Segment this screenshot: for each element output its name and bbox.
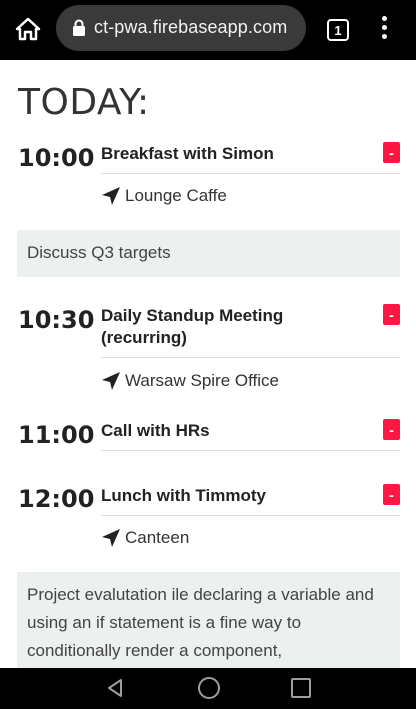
- event-title: Call with HRs: [101, 421, 210, 440]
- event-title: Breakfast with Simon: [101, 144, 274, 163]
- navigation-arrow-icon: [101, 186, 121, 206]
- tabs-icon[interactable]: 1: [327, 19, 349, 41]
- event-location: Canteen: [101, 528, 189, 548]
- event-note: Discuss Q3 targets: [17, 230, 400, 277]
- tab-count: 1: [334, 22, 342, 38]
- system-nav-bar: [0, 668, 416, 709]
- event-time: 10:30: [18, 306, 95, 334]
- divider: [101, 357, 400, 358]
- delete-event-button[interactable]: -: [383, 484, 400, 505]
- divider: [101, 450, 400, 451]
- address-bar[interactable]: ct-pwa.firebaseapp.com: [56, 5, 306, 51]
- location-label: Lounge Caffe: [125, 186, 227, 205]
- page-title: TODAY:: [18, 82, 150, 123]
- event-time: 12:00: [18, 485, 95, 513]
- agenda-page: TODAY: 10:00 Breakfast with Simon - Loun…: [0, 60, 416, 668]
- delete-event-button[interactable]: -: [383, 304, 400, 325]
- navigation-arrow-icon: [101, 528, 121, 548]
- back-triangle-icon[interactable]: [104, 677, 126, 699]
- event-time: 10:00: [18, 144, 95, 172]
- lock-icon: [72, 19, 86, 37]
- url-text: ct-pwa.firebaseapp.com: [94, 17, 288, 37]
- event-title: Daily Standup Meeting (recurring): [101, 306, 284, 347]
- divider: [101, 173, 400, 174]
- event-location: Lounge Caffe: [101, 186, 227, 206]
- home-icon[interactable]: [14, 16, 42, 42]
- event-location: Warsaw Spire Office: [101, 371, 279, 391]
- navigation-arrow-icon: [101, 371, 121, 391]
- delete-event-button[interactable]: -: [383, 142, 400, 163]
- browser-toolbar: ct-pwa.firebaseapp.com 1: [0, 0, 416, 60]
- event-title: Lunch with Timmoty: [101, 486, 266, 505]
- more-vert-icon[interactable]: [378, 16, 390, 42]
- square-recents-icon[interactable]: [291, 678, 311, 698]
- circle-home-icon[interactable]: [198, 677, 220, 699]
- event-note: Project evalutation ile declaring a vari…: [17, 572, 400, 668]
- delete-event-button[interactable]: -: [383, 419, 400, 440]
- divider: [101, 515, 400, 516]
- location-label: Warsaw Spire Office: [125, 371, 279, 390]
- event-time: 11:00: [18, 421, 95, 449]
- location-label: Canteen: [125, 528, 190, 547]
